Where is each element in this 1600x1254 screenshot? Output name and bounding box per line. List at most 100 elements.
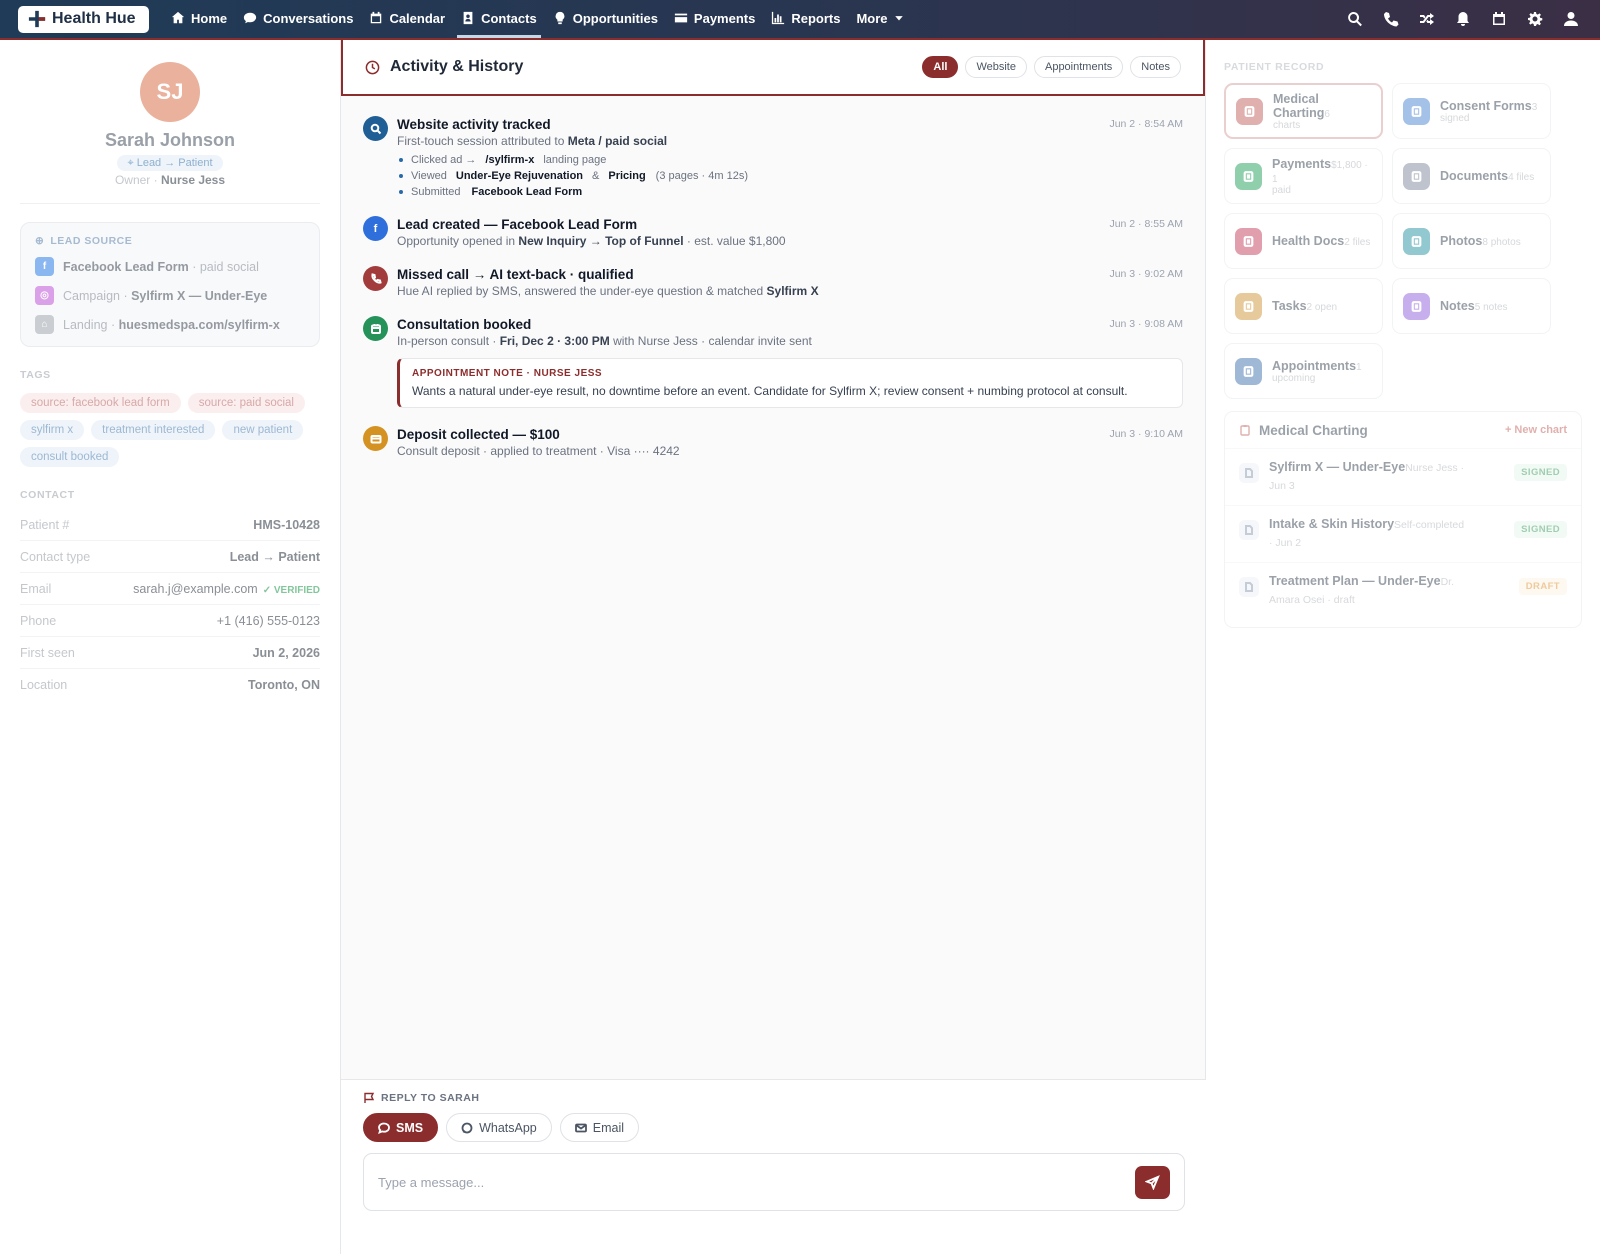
lead-campaign-row[interactable]: ◎ Campaign · Sylfirm X — Under-Eye [35,286,305,305]
shuffle-icon[interactable] [1418,10,1436,28]
timeline-event[interactable]: f Lead created — Facebook Lead Form Jun 2… [363,216,1183,248]
record-card-tasks[interactable]: Tasks2 open [1224,278,1383,334]
document-icon [1239,577,1259,597]
reply-label: REPLY TO SARAH [381,1092,480,1104]
filter-appointments[interactable]: Appointments [1033,56,1124,78]
phone-icon[interactable] [1382,10,1400,28]
record-card-appointments[interactable]: Appointments1 upcoming [1224,343,1383,399]
timeline-event[interactable]: Deposit collected — $100 Jun 3 · 9:10 AM … [363,426,1183,458]
event-detail: Submitted Facebook Lead Form [397,186,1183,198]
event-subtitle: First-touch session attributed to Meta /… [397,134,1183,148]
chart-row[interactable]: Treatment Plan — Under-EyeDr. Amara Osei … [1225,562,1581,619]
record-card-health-docs[interactable]: Health Docs2 files [1224,213,1383,269]
record-card-title: Payments$1,800 · 1 [1272,157,1372,185]
record-card-icon [1235,227,1262,255]
document-icon [1239,463,1259,483]
brand-logo[interactable]: Health Hue [18,5,149,33]
gear-icon[interactable] [1526,10,1544,28]
field-value: Lead → Patient [229,549,320,564]
activity-title: Activity & History [390,58,524,75]
detail-strong: Facebook Lead Form [471,186,583,198]
card-icon [363,426,388,451]
contact-sidebar: SJ Sarah Johnson ⌖ Lead → Patient Owner … [0,40,340,1254]
nav-more[interactable]: More [848,0,911,37]
tag[interactable]: sylfirm x [20,420,85,440]
lead-source-heading: LEAD SOURCE [50,235,133,247]
lead-source-form: Facebook Lead Form [63,259,189,274]
card-subtitle: upcoming [1272,372,1316,384]
brand-name: Health Hue [52,10,136,27]
record-card-documents[interactable]: Documents4 files [1392,148,1551,204]
record-card-notes[interactable]: Notes5 notes [1392,278,1551,334]
message-box [363,1153,1185,1211]
detail-text: (3 pages · 4m 12s) [655,170,748,182]
channel-whatsapp[interactable]: WhatsApp [446,1113,552,1142]
nav-payments[interactable]: Payments [666,0,763,37]
timeline-event[interactable]: Consultation booked Jun 3 · 9:08 AM In-pe… [363,316,1183,408]
detail-strong: Under-Eye Rejuvenation [455,170,584,182]
nav-contacts[interactable]: Contacts [453,0,545,38]
event-detail: Clicked ad → /sylfirm-x landing page [397,154,1183,166]
lead-source-row[interactable]: f Facebook Lead Form · paid social [35,257,305,276]
field-label: Contact type [20,549,91,564]
card-title-text: Appointments [1272,358,1357,373]
chart-info: Sylfirm X — Under-EyeNurse Jess · Jun 3 [1269,459,1504,495]
chart-title: Intake & Skin History [1269,517,1395,531]
message-input[interactable] [378,1174,1135,1190]
tag[interactable]: source: paid social [187,393,305,413]
new-chart-button[interactable]: + New chart [1505,424,1567,436]
note-body: Wants a natural under-eye result, no dow… [412,384,1128,398]
tag[interactable]: treatment interested [91,420,216,440]
nav-opportunities[interactable]: Opportunities [545,0,666,37]
nav-calendar[interactable]: Calendar [361,0,453,37]
event-title: Missed call → AI text-back · qualified [397,267,634,282]
lead-landing-row[interactable]: ⌂ Landing · huesmedspa.com/sylfirm-x [35,315,305,334]
nav-home[interactable]: Home [163,0,235,37]
channel-sms[interactable]: SMS [363,1113,439,1142]
record-card-title: Medical Charting6 [1273,92,1371,120]
calendar-icon[interactable] [1490,10,1508,28]
field-label: Patient # [20,517,70,532]
owner-label: Owner · [114,173,158,187]
record-grid: Medical Charting6 charts Consent Forms3 sig… [1224,83,1582,399]
phone-value[interactable]: +1 (416) 555-0123 [217,614,320,628]
detail-strong: Pricing [608,170,646,182]
tag[interactable]: source: facebook lead form [20,393,181,413]
timeline-event[interactable]: Missed call → AI text-back · qualified Ju… [363,266,1183,298]
filter-notes[interactable]: Notes [1130,56,1181,78]
filter-all[interactable]: All [922,56,959,78]
search-icon[interactable] [1346,10,1364,28]
contact-heading: CONTACT [20,489,75,501]
send-button[interactable] [1135,1165,1170,1199]
detail-text: landing page [543,154,607,166]
record-card-consent-forms[interactable]: Consent Forms3 signed [1392,83,1551,139]
event-time: Jun 2 · 8:54 AM [1109,118,1183,130]
tag[interactable]: new patient [222,420,304,440]
reply-composer: REPLY TO SARAH SMS WhatsApp Email [341,1079,1207,1254]
filter-website[interactable]: Website [965,56,1027,78]
chart-row[interactable]: Sylfirm X — Under-EyeNurse Jess · Jun 3 SI… [1225,448,1581,505]
chart-meta: Dr. [1440,576,1454,588]
chart-row[interactable]: Intake & Skin HistorySelf-completed · Jun… [1225,505,1581,562]
timeline-event[interactable]: Website activity tracked Jun 2 · 8:54 AM … [363,116,1183,198]
record-card-photos[interactable]: Photos8 photos [1392,213,1551,269]
chart-title: Sylfirm X — Under-Eye [1269,460,1406,474]
nav-more-label: More [856,10,888,26]
event-subtitle: Opportunity opened in New Inquiry → Top … [397,234,1183,248]
nav-conversations[interactable]: Conversations [235,0,361,37]
tag[interactable]: consult booked [20,447,120,467]
record-card-title: Photos8 photos [1440,234,1521,248]
record-card-icon [1235,357,1262,385]
field-value: HMS-10428 [253,517,320,532]
user-icon[interactable] [1562,10,1580,28]
nav-reports[interactable]: Reports [763,0,848,37]
record-card-medical-charting[interactable]: Medical Charting6 charts [1224,83,1383,139]
owner-line: Owner · Nurse Jess [20,173,320,187]
globe-icon: ⊕ [35,235,45,247]
contact-row-phone: Phone +1 (416) 555-0123 [20,605,320,637]
bell-icon[interactable] [1454,10,1472,28]
record-card-payments[interactable]: Payments$1,800 · 1 paid [1224,148,1383,204]
email-value[interactable]: sarah.j@example.com [133,582,258,596]
channel-email[interactable]: Email [559,1113,640,1142]
card-count: 3 [1531,101,1538,113]
